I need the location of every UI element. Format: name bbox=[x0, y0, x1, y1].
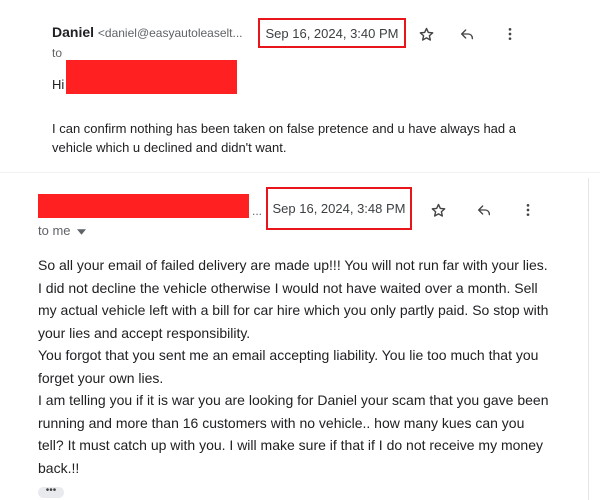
message1-timestamp: Sep 16, 2024, 3:40 PM bbox=[258, 18, 406, 48]
star-icon[interactable] bbox=[428, 200, 448, 220]
scrollbar-track[interactable] bbox=[588, 178, 589, 500]
body-paragraph: So all your email of failed delivery are… bbox=[38, 257, 549, 341]
redaction-block bbox=[38, 194, 249, 218]
recipient-line: to bbox=[52, 46, 63, 60]
chevron-down-icon bbox=[76, 223, 86, 238]
timestamp-text: Sep 16, 2024, 3:48 PM bbox=[272, 201, 406, 216]
sender-email: <daniel@easyautoleaselt... bbox=[97, 26, 243, 40]
reply-icon[interactable] bbox=[457, 24, 477, 44]
star-icon[interactable] bbox=[416, 24, 436, 44]
greeting: Hi bbox=[52, 77, 65, 92]
timestamp-text: Sep 16, 2024, 3:40 PM bbox=[265, 25, 399, 41]
message2-timestamp: Sep 16, 2024, 3:48 PM bbox=[266, 187, 412, 230]
recipient-dropdown[interactable]: to me bbox=[38, 223, 86, 238]
message-divider bbox=[0, 172, 600, 173]
show-trimmed-content-button[interactable]: ••• bbox=[38, 486, 64, 498]
sender-ellipsis: ... bbox=[252, 204, 263, 218]
message2-body: So all your email of failed delivery are… bbox=[38, 254, 550, 479]
redaction-block bbox=[66, 60, 237, 94]
recipient-label: to me bbox=[38, 223, 71, 238]
body-paragraph: I am telling you if it is war you are lo… bbox=[38, 392, 549, 476]
body-paragraph: You forgot that you sent me an email acc… bbox=[38, 347, 539, 386]
message1-body: I can confirm nothing has been taken on … bbox=[52, 121, 516, 155]
more-vert-icon[interactable] bbox=[500, 24, 520, 44]
reply-icon[interactable] bbox=[474, 200, 494, 220]
more-vert-icon[interactable] bbox=[518, 200, 538, 220]
sender-name: Daniel bbox=[52, 24, 95, 40]
message1-sender: Daniel <daniel@easyautoleaselt... bbox=[52, 24, 243, 40]
